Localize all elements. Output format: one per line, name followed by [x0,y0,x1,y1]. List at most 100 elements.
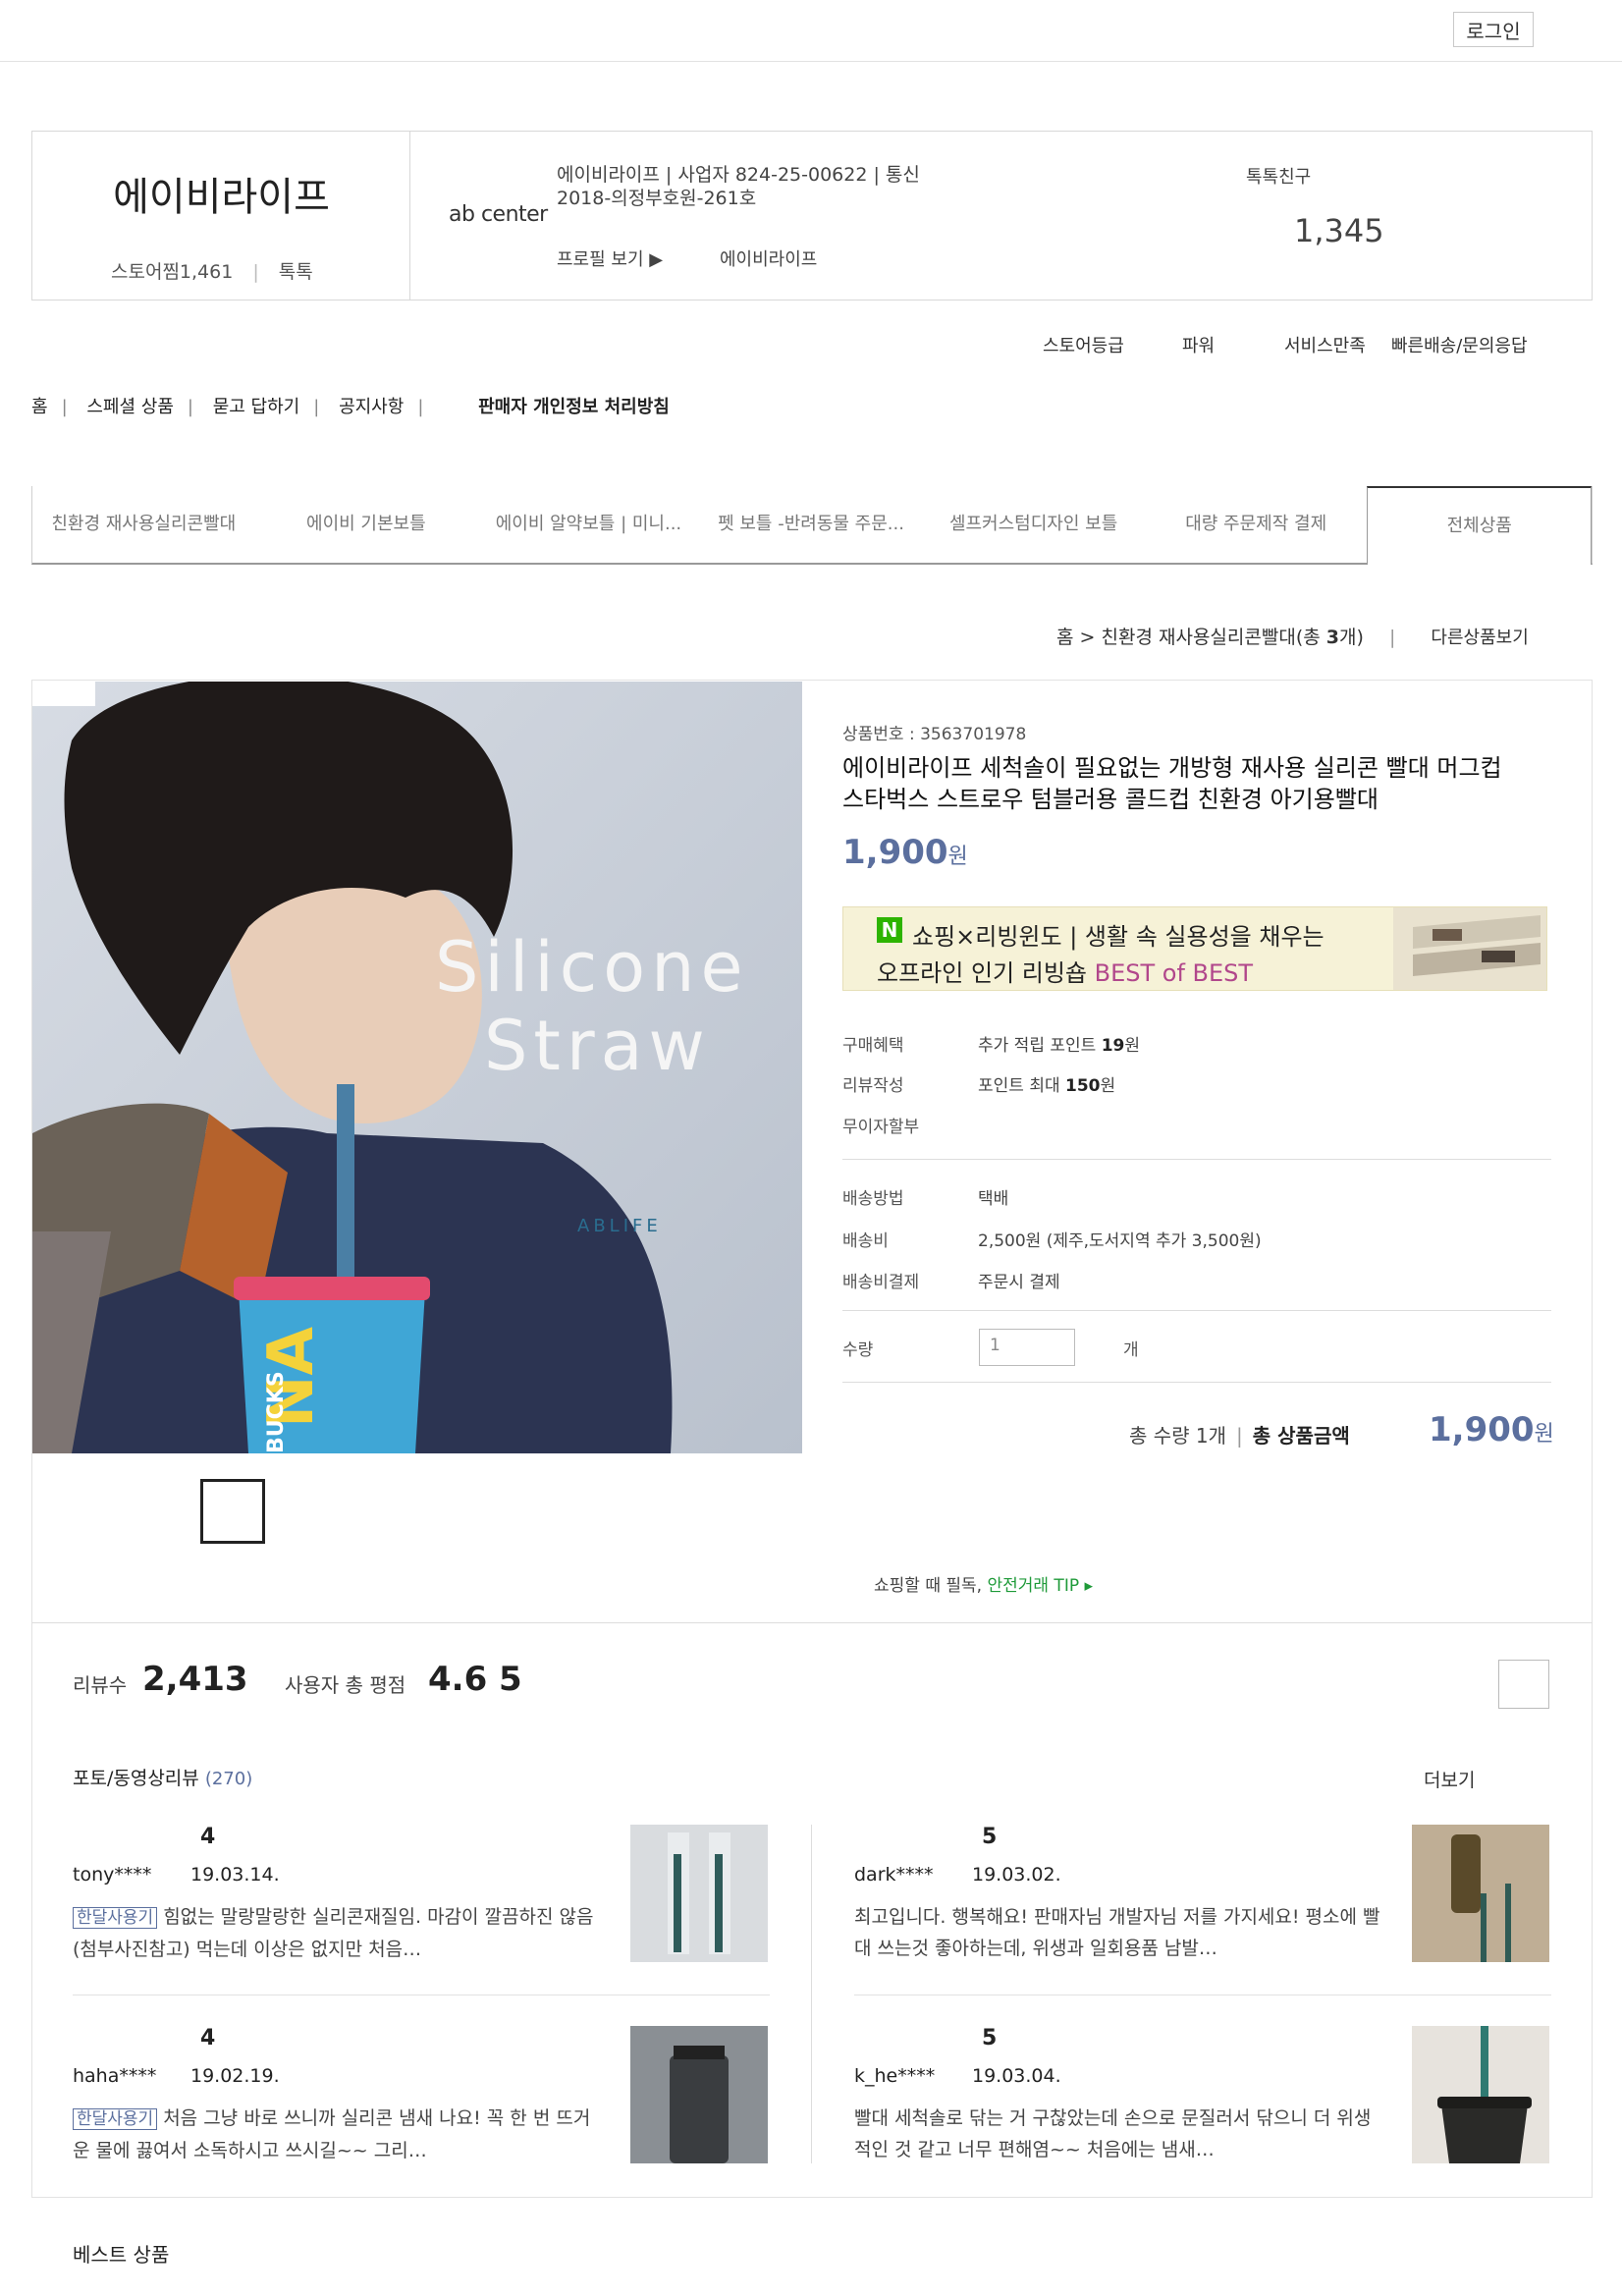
store-name[interactable]: 에이비라이프 [32,165,410,222]
safety-notice: 쇼핑할 때 필독, 안전거래 TIP ▸ [874,1576,1094,1596]
nav-notice[interactable]: 공지사항 [339,397,404,417]
banner-line-2: 오프라인 인기 리빙숍 BEST of BEST [877,959,1254,987]
best-products-title: 베스트 상품 [73,2243,170,2267]
shipping-pay-label: 배송비결제 [842,1273,920,1292]
review-more-link[interactable]: 더보기 [1424,1766,1475,1792]
review-rating: 4 [200,2026,216,2050]
nav-privacy[interactable]: 판매자 개인정보 처리방침 [478,397,670,417]
store-summary: 에이비라이프 스토어찜1,461 | 톡톡 [32,132,410,300]
quantity-label: 수량 [842,1340,874,1360]
review-date: 19.03.14. [190,1864,280,1886]
review-filter-checkbox[interactable] [1498,1660,1549,1709]
total-quantity: 총 수량 1개 [1129,1424,1227,1448]
living-window-banner[interactable]: N 쇼핑×리빙윈도 | 생활 속 실용성을 채우는 오프라인 인기 리빙숍 BE… [842,906,1547,991]
talk-link[interactable]: 톡톡 [279,261,313,283]
tab-category-1[interactable]: 에이비 기본보틀 [255,486,478,563]
review-point-value: 포인트 최대 150원 [978,1076,1116,1096]
image-thumbnail[interactable] [200,1479,265,1544]
breadcrumb-home[interactable]: 홈 [1056,627,1073,648]
store-info-box: 에이비라이프 스토어찜1,461 | 톡톡 ab center 에이비라이프 | 사… [31,131,1593,301]
nav-qna[interactable]: 묻고 답하기 [213,397,300,417]
review-rating: 5 [982,2026,998,2050]
cup-label-small: BUCKS [264,1371,289,1453]
review-text: 빨대 세척솔로 닦는 거 구찮았는데 손으로 문질러서 닦으니 더 위생적인 것… [854,2107,1372,2160]
quantity-input[interactable]: 1 [979,1329,1075,1366]
banner-line-1: 쇼핑×리빙윈도 | 생활 속 실용성을 채우는 [912,923,1325,951]
divider [842,1382,1551,1383]
naver-icon: N [877,917,902,943]
tab-category-4[interactable]: 셀프커스텀디자인 보틀 [922,486,1145,563]
review-divider [811,1825,812,2163]
business-line-1: 에이비라이프 | 사업자 824-25-00622 | 통신 [557,164,920,186]
store-grade-value: 파워 [1182,336,1216,356]
review-item[interactable]: 5 dark**** 19.03.02. 최고입니다. 행복해요! 판매자님 개… [854,1825,1551,1982]
image-brand: ABLIFE [577,1216,662,1236]
image-text-silicone: Silicone [435,927,749,1008]
breadcrumb-category[interactable]: 친환경 재사용실리콘빨대(총 [1102,627,1326,648]
review-count-label: 리뷰수 [73,1673,128,1697]
review-rating: 5 [982,1825,998,1849]
shipping-pay-value: 주문시 결제 [978,1273,1060,1292]
photo-review-title: 포토/동영상리뷰 (270) [73,1768,253,1789]
service-label: 서비스만족 [1284,336,1366,356]
total-price: 1,900원 [1429,1410,1554,1449]
review-text: 한달사용기 처음 그냥 바로 쓰니까 실리콘 냄새 나요! 꼭 한 번 뜨거운 물… [73,2107,591,2161]
review-photo[interactable] [630,1825,768,1962]
review-photo[interactable] [1412,1825,1549,1962]
store-sub-info: 스토어찜1,461 | 톡톡 [111,261,313,283]
product-image: NA BUCKS Silicone Straw ABLIFE [32,682,802,1453]
shipping-method-value: 택배 [978,1189,1009,1209]
review-avg-label: 사용자 총 평점 [285,1673,406,1697]
category-tabs: 친환경 재사용실리콘빨대 에이비 기본보틀 에이비 알약보틀 | 미니... 펫… [31,486,1593,565]
business-line-2: 2018-의정부호원-261호 [557,188,757,209]
tab-category-all[interactable]: 전체상품 [1367,486,1593,565]
tab-category-0[interactable]: 친환경 재사용실리콘빨대 [32,486,255,563]
shelf-image [1393,907,1546,990]
store-zzim-count: 1,461 [179,261,234,283]
review-photo[interactable] [1412,2026,1549,2163]
review-max: 5 [499,1660,522,1699]
review-text: 한달사용기 힘없는 말랑말랑한 실리콘재질임. 마감이 깔끔하진 않음(첨부사진참… [73,1906,594,1960]
review-point-label: 리뷰작성 [842,1076,904,1096]
nav-special[interactable]: 스페셜 상품 [86,397,174,417]
store-home-link[interactable]: 에이비라이프 [720,246,817,271]
review-text: 최고입니다. 행복해요! 판매자님 개발자님 저를 가지세요! 평소에 빨대 쓰… [854,1906,1380,1959]
profile-link[interactable]: 프로필 보기 ▶ [557,246,663,271]
total-label: 총 상품금액 [1252,1424,1350,1448]
benefit-label: 구매혜택 [842,1036,904,1056]
service-value: 빠른배송/문의응답 [1391,336,1528,356]
review-user: tony**** [73,1864,152,1886]
review-count: 2,413 [142,1660,248,1699]
breadcrumb: 홈 > 친환경 재사용실리콘빨대(총 3개) | 다른상품보기 [1056,627,1529,648]
review-item[interactable]: 5 k_he**** 19.03.04. 빨대 세척솔로 닦는 거 구찮았는데 … [854,2026,1551,2183]
product-number: 상품번호 : 3563701978 [842,725,1027,744]
tab-category-5[interactable]: 대량 주문제작 결제 [1145,486,1368,563]
review-date: 19.02.19. [190,2065,280,2087]
product-title: 에이비라이프 세척솔이 필요없는 개방형 재사용 실리콘 빨대 머그컵 스타벅스… [842,754,1502,813]
month-badge: 한달사용기 [73,2108,158,2130]
login-button[interactable]: 로그인 [1453,12,1534,47]
divider [842,1159,1551,1160]
other-products-link[interactable]: 다른상품보기 [1431,628,1528,648]
store-nav: 홈 | 스페셜 상품 | 묻고 답하기 | 공지사항 | 판매자 개인정보 처리방침 [31,397,670,417]
tab-category-3[interactable]: 펫 보틀 -반려동물 주문... [700,486,923,563]
review-date: 19.03.04. [972,2065,1061,2087]
image-text-straw: Straw [484,1006,711,1086]
store-grade-label: 스토어등급 [1043,336,1124,356]
nav-home[interactable]: 홈 [31,397,48,417]
tab-category-2[interactable]: 에이비 알약보틀 | 미니... [477,486,700,563]
shipping-fee-label: 배송비 [842,1231,889,1251]
review-user: dark**** [854,1864,934,1886]
safety-tip-link[interactable]: 안전거래 TIP ▸ [987,1576,1093,1596]
installment-label[interactable]: 무이자할부 [842,1113,919,1137]
review-item[interactable]: 4 haha**** 19.02.19. 한달사용기 처음 그냥 바로 쓰니까 실… [73,2026,770,2183]
shipping-method-label: 배송방법 [842,1189,904,1209]
benefit-value: 추가 적립 포인트 19원 [978,1036,1141,1056]
review-user: k_he**** [854,2065,936,2087]
review-photo[interactable] [630,2026,768,2163]
review-date: 19.03.02. [972,1864,1061,1886]
review-item[interactable]: 4 tony**** 19.03.14. 한달사용기 힘없는 말랑말랑한 실리콘재… [73,1825,770,1982]
top-bar [0,0,1622,62]
store-zzim-label[interactable]: 스토어찜 [111,261,180,283]
product-price: 1,900원 [842,833,968,872]
